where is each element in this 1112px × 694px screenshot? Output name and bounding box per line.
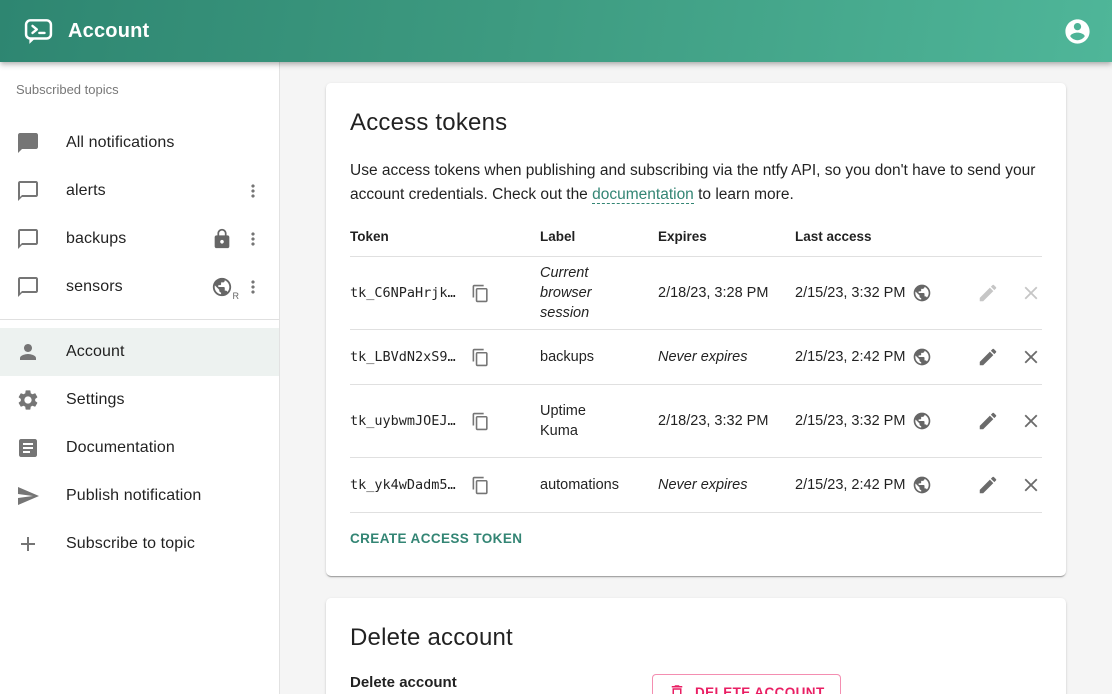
copy-icon[interactable] bbox=[471, 348, 490, 367]
token-value: tk_LBVdN2xS9… bbox=[350, 349, 456, 365]
plus-icon bbox=[16, 532, 40, 556]
ntfy-app-window: Account Subscribed topics All notificati… bbox=[0, 0, 1112, 694]
sidebar-item-label: All notifications bbox=[66, 134, 174, 152]
delete-account-button-label: DELETE ACCOUNT bbox=[695, 685, 825, 694]
copy-icon[interactable] bbox=[471, 412, 490, 431]
app-bar: Account bbox=[0, 0, 1112, 62]
sidebar-item-subscribe-to-topic[interactable]: Subscribe to topic bbox=[0, 520, 279, 568]
chat-outline-icon bbox=[16, 179, 40, 203]
globe-icon bbox=[912, 347, 932, 367]
table-header-row: Token Label Expires Last access bbox=[350, 219, 1042, 257]
delete-account-button[interactable]: DELETE ACCOUNT bbox=[652, 674, 841, 694]
main-content: Access tokens Use access tokens when pub… bbox=[280, 62, 1112, 694]
delete-token-icon[interactable] bbox=[1020, 346, 1042, 368]
globe-reserved-icon: R bbox=[211, 276, 233, 298]
gear-icon bbox=[16, 388, 40, 412]
table-row: tk_LBVdN2xS9… backups Never expires 2/15… bbox=[350, 330, 1042, 385]
sidebar: Subscribed topics All notifications aler… bbox=[0, 62, 280, 694]
token-expires: 2/18/23, 3:28 PM bbox=[658, 257, 795, 330]
table-row: tk_uybwmJOEJ… Uptime Kuma 2/18/23, 3:32 … bbox=[350, 385, 1042, 458]
copy-icon[interactable] bbox=[471, 476, 490, 495]
token-last-access: 2/15/23, 2:42 PM bbox=[795, 349, 905, 365]
token-label: backups bbox=[540, 347, 594, 367]
sidebar-item-alerts[interactable]: alerts bbox=[0, 167, 279, 215]
token-label: Uptime Kuma bbox=[540, 401, 616, 441]
chat-filled-icon bbox=[16, 131, 40, 155]
edit-token-icon[interactable] bbox=[977, 346, 999, 368]
sidebar-item-account[interactable]: Account bbox=[0, 328, 279, 376]
sidebar-item-all-notifications[interactable]: All notifications bbox=[0, 119, 279, 167]
sidebar-item-label: alerts bbox=[66, 182, 106, 200]
edit-token-icon[interactable] bbox=[977, 410, 999, 432]
account-circle-icon[interactable] bbox=[1063, 17, 1092, 46]
create-access-token-button[interactable]: CREATE ACCESS TOKEN bbox=[350, 515, 530, 562]
column-header-label: Label bbox=[540, 219, 658, 257]
article-icon bbox=[16, 436, 40, 460]
topic-menu-icon[interactable] bbox=[243, 181, 263, 201]
sidebar-item-label: sensors bbox=[66, 278, 123, 296]
delete-token-icon[interactable] bbox=[1020, 474, 1042, 496]
subscribed-topics-label: Subscribed topics bbox=[0, 82, 279, 97]
sidebar-item-label: Settings bbox=[66, 391, 125, 409]
delete-account-card: Delete account Delete account Permanentl… bbox=[326, 598, 1066, 694]
access-tokens-table: Token Label Expires Last access tk_C6NPa… bbox=[350, 219, 1042, 513]
page-title: Account bbox=[68, 20, 149, 43]
globe-icon bbox=[912, 475, 932, 495]
column-header-expires: Expires bbox=[658, 219, 795, 257]
token-value: tk_uybwmJOEJ… bbox=[350, 413, 456, 429]
token-expires: Never expires bbox=[658, 458, 795, 513]
column-header-actions bbox=[955, 219, 1042, 257]
sidebar-item-label: Documentation bbox=[66, 439, 175, 457]
sidebar-item-label: Subscribe to topic bbox=[66, 535, 195, 553]
chat-outline-icon bbox=[16, 227, 40, 251]
access-tokens-title: Access tokens bbox=[350, 109, 1042, 137]
topic-menu-icon[interactable] bbox=[243, 229, 263, 249]
sidebar-item-publish-notification[interactable]: Publish notification bbox=[0, 472, 279, 520]
documentation-link[interactable]: documentation bbox=[592, 186, 694, 204]
access-tokens-card: Access tokens Use access tokens when pub… bbox=[326, 83, 1066, 576]
topic-menu-icon[interactable] bbox=[243, 277, 263, 297]
token-last-access: 2/15/23, 2:42 PM bbox=[795, 477, 905, 493]
token-value: tk_yk4wDadm5… bbox=[350, 477, 456, 493]
copy-icon[interactable] bbox=[471, 284, 490, 303]
sidebar-item-label: Account bbox=[66, 343, 125, 361]
chat-outline-icon bbox=[16, 275, 40, 299]
globe-icon bbox=[912, 411, 932, 431]
column-header-token: Token bbox=[350, 219, 540, 257]
table-row: tk_C6NPaHrjk… Current browser session 2/… bbox=[350, 257, 1042, 330]
description-text: to learn more. bbox=[694, 186, 794, 203]
token-label: automations bbox=[540, 475, 616, 495]
trash-icon bbox=[668, 683, 686, 694]
person-icon bbox=[16, 340, 40, 364]
edit-token-icon bbox=[977, 282, 999, 304]
sidebar-divider bbox=[0, 319, 279, 320]
table-row: tk_yk4wDadm5… automations Never expires … bbox=[350, 458, 1042, 513]
token-expires: Never expires bbox=[658, 330, 795, 385]
delete-account-title: Delete account bbox=[350, 624, 1042, 652]
globe-icon bbox=[912, 283, 932, 303]
delete-account-row: Delete account Permanently delete your a… bbox=[350, 674, 1042, 694]
reserved-marker: R bbox=[233, 291, 240, 301]
token-label: Current browser session bbox=[540, 263, 616, 323]
sidebar-item-label: Publish notification bbox=[66, 487, 201, 505]
delete-token-icon bbox=[1020, 282, 1042, 304]
token-value: tk_C6NPaHrjk… bbox=[350, 285, 456, 301]
access-tokens-description: Use access tokens when publishing and su… bbox=[350, 159, 1042, 207]
column-header-last-access: Last access bbox=[795, 219, 955, 257]
delete-account-row-label: Delete account bbox=[350, 674, 652, 691]
edit-token-icon[interactable] bbox=[977, 474, 999, 496]
token-last-access: 2/15/23, 3:32 PM bbox=[795, 413, 905, 429]
sidebar-item-documentation[interactable]: Documentation bbox=[0, 424, 279, 472]
token-last-access: 2/15/23, 3:32 PM bbox=[795, 285, 905, 301]
token-expires: 2/18/23, 3:32 PM bbox=[658, 385, 795, 458]
lock-icon bbox=[211, 228, 233, 250]
sidebar-item-label: backups bbox=[66, 230, 126, 248]
send-icon bbox=[16, 484, 40, 508]
delete-token-icon[interactable] bbox=[1020, 410, 1042, 432]
sidebar-item-sensors[interactable]: sensors R bbox=[0, 263, 279, 311]
sidebar-item-settings[interactable]: Settings bbox=[0, 376, 279, 424]
ntfy-logo-icon bbox=[24, 17, 53, 46]
sidebar-item-backups[interactable]: backups bbox=[0, 215, 279, 263]
